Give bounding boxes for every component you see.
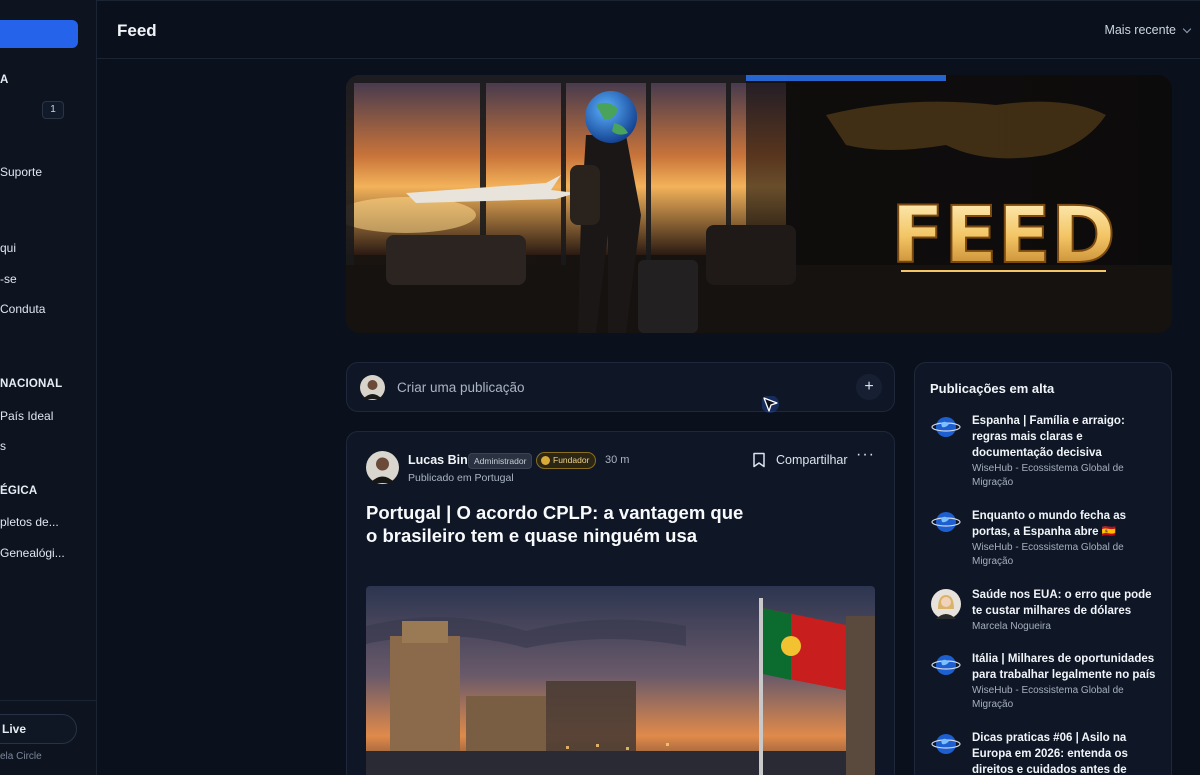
share-button[interactable]: Compartilhar — [776, 453, 848, 467]
sidebar-item-se[interactable]: -se — [0, 272, 17, 286]
sort-dropdown[interactable]: Mais recente — [1104, 23, 1192, 37]
hero-banner: FEED — [346, 75, 1172, 333]
post-image-illustration — [366, 586, 875, 775]
globe-icon — [931, 512, 961, 532]
hero-illustration: FEED — [346, 75, 1172, 333]
sidebar-item-pais-ideal[interactable]: País Ideal — [0, 409, 53, 423]
hero-banner-title: FEED — [891, 191, 1116, 281]
trending-item-title: Enquanto o mundo fecha as portas, a Espa… — [972, 510, 1126, 538]
chevron-down-icon — [1182, 24, 1192, 33]
globe-icon — [931, 417, 961, 437]
sort-label: Mais recente — [1104, 23, 1176, 37]
bookmark-icon[interactable] — [752, 452, 766, 468]
sidebar-item-genealogico[interactable]: Genealógi... — [0, 546, 65, 560]
sidebar: A 1 Suporte qui -se Conduta NACIONAL Paí… — [0, 0, 97, 775]
globe-icon — [931, 734, 961, 754]
topbar: Feed Mais recente — [97, 0, 1200, 59]
post-card: Lucas Bin Administrador Fundador 30 m Pu… — [346, 431, 895, 775]
trending-item-title: Saúde nos EUA: o erro que pode te custar… — [972, 589, 1152, 617]
sidebar-item-completos[interactable]: pletos de... — [0, 515, 59, 529]
author-name[interactable]: Lucas Bin — [408, 453, 468, 467]
sidebar-section-heading: A — [0, 74, 9, 86]
sidebar-footer-text: ela Circle — [0, 751, 42, 762]
trending-item-author: WiseHub - Ecossistema Global de Migração — [972, 542, 1124, 567]
author-avatar[interactable] — [366, 451, 399, 484]
sidebar-divider — [0, 700, 97, 701]
live-button[interactable]: Live — [0, 714, 77, 744]
trending-item-author: WiseHub - Ecossistema Global de Migração — [972, 685, 1124, 710]
trending-item-title: Dicas praticas #06 | Asilo na Europa em … — [972, 732, 1128, 775]
sidebar-count-badge: 1 — [42, 101, 64, 119]
admin-badge: Administrador — [468, 453, 533, 469]
user-avatar — [360, 375, 385, 400]
founder-label: Fundador — [553, 455, 590, 465]
trending-item[interactable]: Itália | Milhares de oportunidades para … — [931, 651, 1163, 713]
author-avatar — [931, 589, 961, 619]
post-title[interactable]: Portugal | O acordo CPLP: a vantagem que… — [366, 501, 746, 547]
trending-item-title: Itália | Milhares de oportunidades para … — [972, 653, 1156, 681]
trending-title: Publicações em alta — [930, 381, 1055, 396]
trending-item[interactable]: Dicas praticas #06 | Asilo na Europa em … — [931, 730, 1163, 775]
trending-item[interactable]: Saúde nos EUA: o erro que pode te custar… — [931, 587, 1163, 633]
post-image[interactable] — [366, 586, 875, 775]
sidebar-primary-button[interactable] — [0, 20, 78, 48]
globe-icon — [931, 655, 961, 675]
trending-posts-panel: Publicações em alta Espanha | Família e … — [914, 362, 1172, 775]
mouse-cursor-icon — [762, 396, 779, 413]
more-options-icon[interactable]: ··· — [856, 446, 875, 464]
add-post-button[interactable]: + — [856, 374, 882, 400]
trending-item-author: Marcela Nogueira — [972, 621, 1051, 632]
published-location: Publicado em Portugal — [408, 472, 514, 484]
founder-badge: Fundador — [536, 452, 597, 469]
composer-placeholder: Criar uma publicação — [397, 380, 525, 395]
sidebar-item-qui[interactable]: qui — [0, 241, 16, 255]
sidebar-item-conduta[interactable]: Conduta — [0, 302, 45, 316]
trending-item-author: WiseHub - Ecossistema Global de Migração — [972, 463, 1124, 488]
sidebar-section-heading: ÉGICA — [0, 485, 38, 497]
sidebar-item-suporte[interactable]: Suporte — [0, 165, 42, 179]
founder-icon — [541, 456, 550, 465]
sidebar-item-s[interactable]: s — [0, 439, 6, 453]
trending-item-title: Espanha | Família e arraigo: regras mais… — [972, 415, 1125, 459]
sidebar-section-heading: NACIONAL — [0, 378, 63, 390]
page-title: Feed — [117, 21, 157, 40]
post-timestamp: 30 m — [605, 454, 630, 466]
trending-item[interactable]: Espanha | Família e arraigo: regras mais… — [931, 413, 1163, 493]
create-post-composer[interactable]: Criar uma publicação + — [346, 362, 895, 412]
trending-item[interactable]: Enquanto o mundo fecha as portas, a Espa… — [931, 508, 1163, 568]
